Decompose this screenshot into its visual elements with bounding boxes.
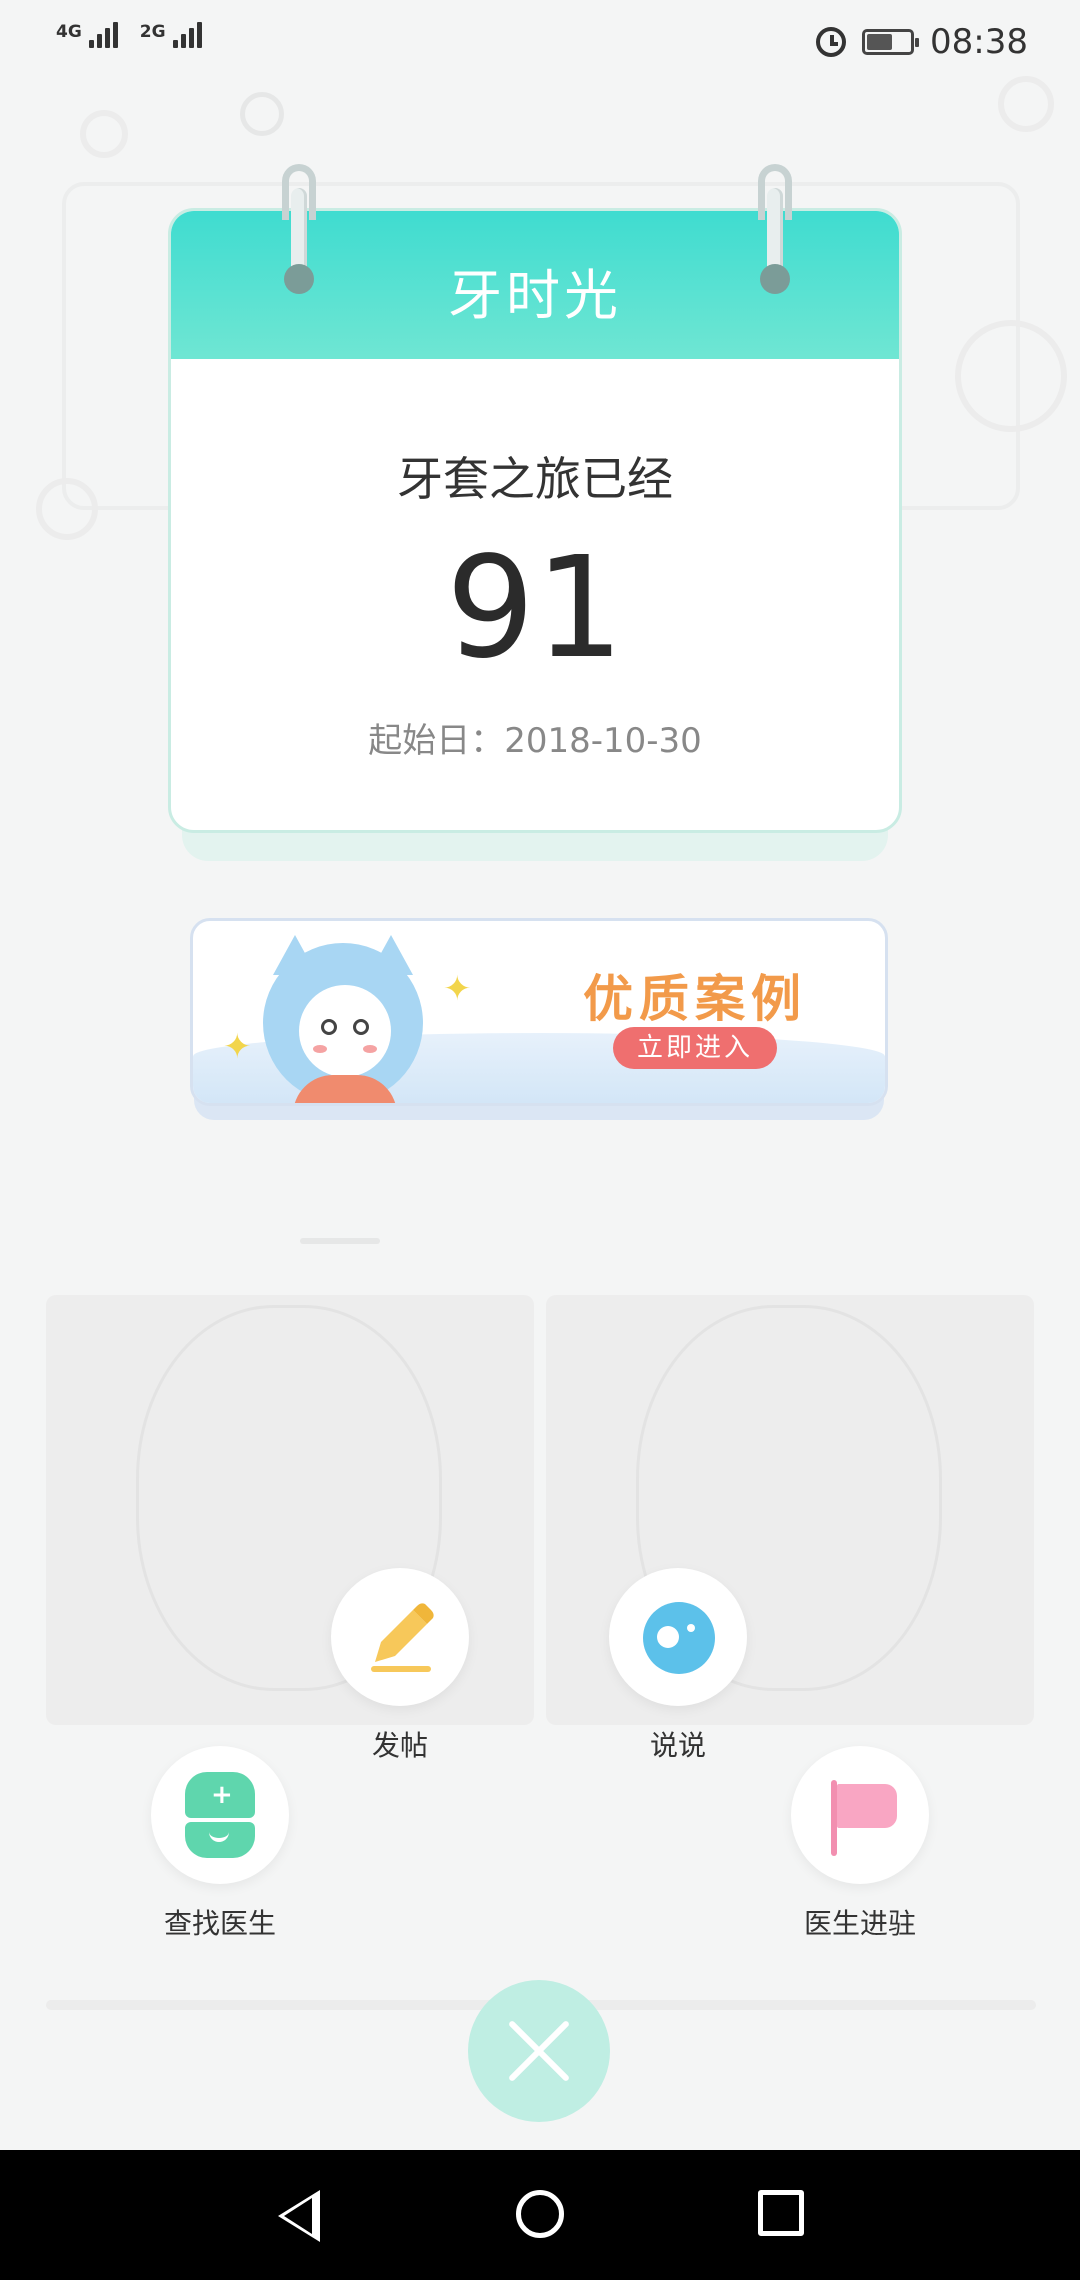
search-icon [240,92,284,136]
banner-body: ✦ ✦ 优质案例 立即进入 [190,918,888,1106]
days-count: 91 [445,527,625,690]
close-button[interactable] [468,1980,610,2122]
enter-now-button[interactable]: 立即进入 [613,1027,777,1069]
decor-circle [80,110,128,158]
post-label: 发帖 [371,1729,428,1762]
tab-indicator [300,1238,380,1244]
calendar-ring-icon [282,164,316,296]
status-time: 08:38 [930,22,1028,62]
quality-cases-banner[interactable]: ✦ ✦ 优质案例 立即进入 [190,918,888,1120]
talk-label: 说说 [649,1729,706,1762]
decor-circle [955,320,1067,432]
doctor-join-label: 医生进驻 [803,1907,916,1940]
find-doctor-button[interactable]: + 查找医生 [120,1746,320,1942]
alarm-icon [816,27,847,57]
chat-bubble-icon [643,1602,715,1674]
pencil-icon [371,1603,434,1672]
start-date-line: 起始日：2018-10-30 [171,713,899,762]
find-doctor-label: 查找医生 [163,1907,276,1940]
sparkle-icon: ✦ [223,1027,252,1067]
calendar-subtitle: 牙套之旅已经 [397,452,673,506]
mascot-cat-icon [263,935,423,1103]
start-date-value: 2018-10-30 [504,721,702,761]
system-nav-bar [0,2150,1080,2280]
decor-circle [36,478,98,540]
sparkle-icon: ✦ [443,969,472,1009]
back-icon[interactable] [278,2190,320,2242]
status-bar: 4G 2G 08:38 [0,0,1080,90]
calendar-ring-icon [758,164,792,296]
start-date-label: 起始日： [368,721,505,761]
signal-icon: 4G [56,22,118,48]
post-button[interactable]: 发帖 [300,1568,500,1764]
recent-apps-icon[interactable] [758,2190,804,2236]
signal-icon: 2G [140,22,202,48]
doctor-join-button[interactable]: 医生进驻 [760,1746,960,1942]
battery-icon [862,29,920,55]
network-type: 2G [139,22,166,42]
network-type: 4G [56,22,82,42]
tooth-time-calendar[interactable]: 牙时光 牙套之旅已经 91 起始日：2018-10-30 [168,164,902,861]
flag-icon [831,1780,901,1856]
banner-title: 优质案例 [583,970,807,1028]
home-icon[interactable] [516,2190,564,2238]
doctor-icon: + [185,1772,255,1858]
talk-button[interactable]: 说说 [578,1568,778,1764]
calendar-body: 牙时光 牙套之旅已经 91 起始日：2018-10-30 [168,208,902,833]
